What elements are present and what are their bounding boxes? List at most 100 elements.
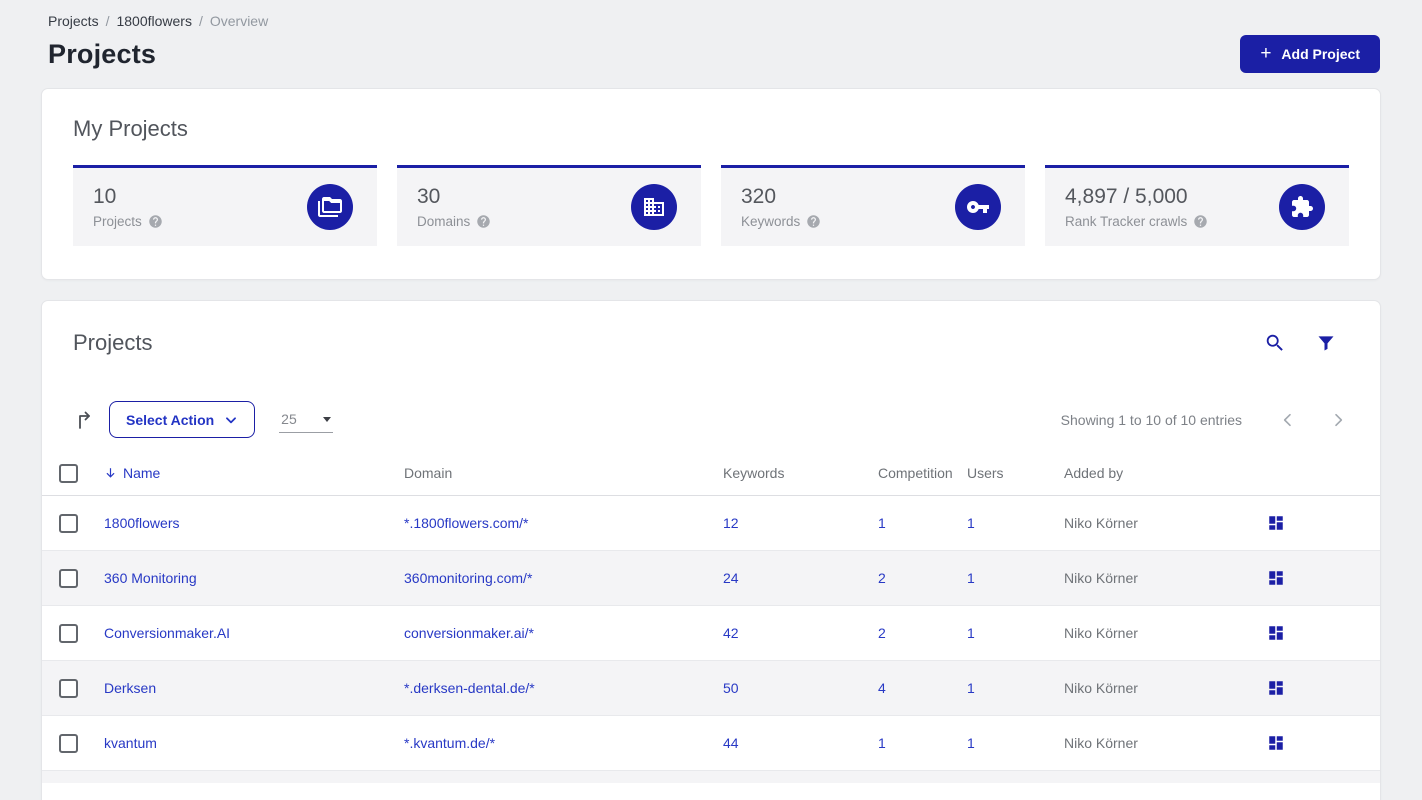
row-checkbox[interactable] xyxy=(59,623,78,643)
chevron-down-icon xyxy=(226,416,237,423)
help-icon[interactable] xyxy=(1193,214,1208,229)
keywords-count-link[interactable]: 42 xyxy=(723,625,739,641)
row-checkbox[interactable] xyxy=(59,568,78,588)
column-header-added-by[interactable]: Added by xyxy=(1064,465,1254,481)
keywords-count-link[interactable]: 12 xyxy=(723,515,739,531)
table-row: Conversionmaker.AI conversionmaker.ai/* … xyxy=(42,606,1380,661)
stat-label: Domains xyxy=(417,214,471,229)
users-count-link[interactable]: 1 xyxy=(967,625,975,641)
users-count-link[interactable]: 1 xyxy=(967,570,975,586)
projects-panel-title: Projects xyxy=(73,330,153,355)
chevron-right-icon xyxy=(1335,413,1343,426)
prev-page-button[interactable] xyxy=(1280,412,1296,428)
project-dashboard-button[interactable] xyxy=(1267,624,1285,642)
search-button[interactable] xyxy=(1264,332,1286,354)
filter-icon xyxy=(1318,336,1334,351)
export-arrow-icon xyxy=(79,411,90,429)
select-action-button[interactable]: Select Action xyxy=(109,401,256,438)
row-checkbox[interactable] xyxy=(59,513,78,533)
column-header-keywords[interactable]: Keywords xyxy=(723,465,878,481)
stats-row: 10 Projects 30 Domains 320 Keywords 4,89… xyxy=(73,165,1349,246)
table-toolbar: Select Action 25 Showing 1 to 10 of 10 e… xyxy=(42,401,1380,438)
keywords-count-link[interactable]: 44 xyxy=(723,735,739,751)
select-action-label: Select Action xyxy=(126,411,215,428)
page-title: Projects xyxy=(48,38,157,69)
page: Projects / 1800flowers / Overview Projec… xyxy=(0,0,1422,800)
users-count-link[interactable]: 1 xyxy=(967,515,975,531)
competition-count-link[interactable]: 1 xyxy=(878,735,886,751)
project-name-link[interactable]: Derksen xyxy=(104,680,156,696)
added-by: Niko Körner xyxy=(1064,515,1138,531)
next-page-button[interactable] xyxy=(1330,412,1346,428)
page-size-value: 25 xyxy=(281,411,297,427)
stat-value: 320 xyxy=(741,185,777,208)
column-header-domain[interactable]: Domain xyxy=(404,465,723,481)
project-dashboard-button[interactable] xyxy=(1267,679,1285,697)
stat-label: Keywords xyxy=(741,214,801,229)
export-button[interactable] xyxy=(73,408,97,432)
breadcrumb-link-project[interactable]: 1800flowers xyxy=(116,13,192,29)
help-icon[interactable] xyxy=(806,214,821,229)
added-by: Niko Körner xyxy=(1064,735,1138,751)
dropdown-arrow-icon xyxy=(323,416,332,422)
filter-button[interactable] xyxy=(1316,333,1336,353)
domain-building-icon xyxy=(631,184,677,230)
breadcrumb: Projects / 1800flowers / Overview xyxy=(0,0,1422,29)
competition-count-link[interactable]: 4 xyxy=(878,680,886,696)
table-row: 360 Monitoring 360monitoring.com/* 24 2 … xyxy=(42,551,1380,606)
competition-count-link[interactable]: 2 xyxy=(878,570,886,586)
users-count-link[interactable]: 1 xyxy=(967,680,975,696)
stat-card-keywords: 320 Keywords xyxy=(721,165,1025,246)
column-header-users[interactable]: Users xyxy=(967,465,1064,481)
table-header: Name Domain Keywords Competition Users A… xyxy=(42,451,1380,496)
added-by: Niko Körner xyxy=(1064,570,1138,586)
project-name-link[interactable]: Conversionmaker.AI xyxy=(104,625,230,641)
stat-card-projects: 10 Projects xyxy=(73,165,377,246)
breadcrumb-separator: / xyxy=(198,13,203,29)
select-all-checkbox[interactable] xyxy=(59,463,78,483)
project-domain-link[interactable]: *.1800flowers.com/* xyxy=(404,515,529,531)
breadcrumb-link-projects[interactable]: Projects xyxy=(48,13,99,29)
dashboard-icon xyxy=(1269,516,1283,530)
help-icon[interactable] xyxy=(148,214,163,229)
plus-icon: + xyxy=(1260,42,1272,64)
dashboard-icon xyxy=(1269,626,1283,640)
project-domain-link[interactable]: 360monitoring.com/* xyxy=(404,570,532,586)
project-name-link[interactable]: kvantum xyxy=(104,735,157,751)
add-project-label: Add Project xyxy=(1281,46,1360,62)
projects-table: Name Domain Keywords Competition Users A… xyxy=(42,451,1380,783)
project-dashboard-button[interactable] xyxy=(1267,514,1285,532)
projects-folders-icon xyxy=(307,184,353,230)
dashboard-icon xyxy=(1269,736,1283,750)
page-size-select[interactable]: 25 xyxy=(279,407,334,433)
keywords-count-link[interactable]: 50 xyxy=(723,680,739,696)
column-header-name[interactable]: Name xyxy=(104,465,404,481)
added-by: Niko Körner xyxy=(1064,680,1138,696)
project-domain-link[interactable]: *.derksen-dental.de/* xyxy=(404,680,535,696)
page-header: Projects + Add Project xyxy=(0,29,1422,73)
column-header-competition[interactable]: Competition xyxy=(878,465,967,481)
keywords-count-link[interactable]: 24 xyxy=(723,570,739,586)
breadcrumb-current: Overview xyxy=(209,13,269,29)
competition-count-link[interactable]: 2 xyxy=(878,625,886,641)
puzzle-icon xyxy=(1279,184,1325,230)
project-domain-link[interactable]: *.kvantum.de/* xyxy=(404,735,495,751)
users-count-link[interactable]: 1 xyxy=(967,735,975,751)
row-checkbox[interactable] xyxy=(59,678,78,698)
column-header-name-label: Name xyxy=(123,465,161,481)
competition-count-link[interactable]: 1 xyxy=(878,515,886,531)
stat-label: Rank Tracker crawls xyxy=(1065,214,1188,229)
help-icon[interactable] xyxy=(476,214,491,229)
project-domain-link[interactable]: conversionmaker.ai/* xyxy=(404,625,534,641)
table-row: Derksen *.derksen-dental.de/* 50 4 1 Nik… xyxy=(42,661,1380,716)
stat-value: 10 xyxy=(93,185,117,208)
project-name-link[interactable]: 1800flowers xyxy=(104,515,180,531)
project-dashboard-button[interactable] xyxy=(1267,734,1285,752)
row-checkbox[interactable] xyxy=(59,733,78,753)
project-name-link[interactable]: 360 Monitoring xyxy=(104,570,197,586)
project-dashboard-button[interactable] xyxy=(1267,569,1285,587)
stat-card-rank-tracker: 4,897 / 5,000 Rank Tracker crawls xyxy=(1045,165,1349,246)
add-project-button[interactable]: + Add Project xyxy=(1240,35,1380,73)
key-icon xyxy=(955,184,1001,230)
pagination xyxy=(1280,412,1346,428)
